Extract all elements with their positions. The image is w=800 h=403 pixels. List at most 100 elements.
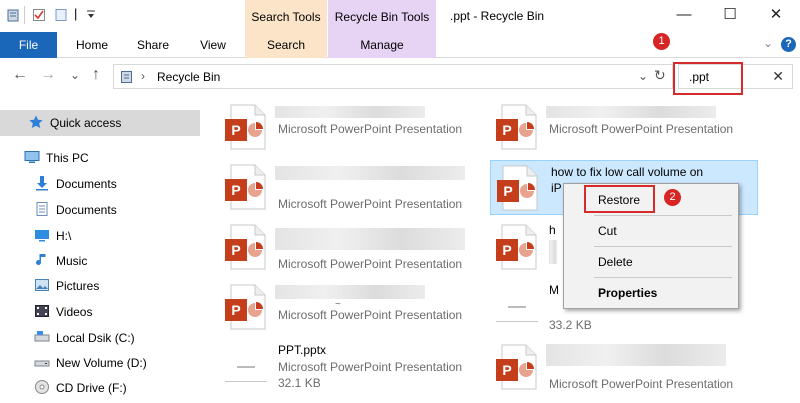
obscured-filename <box>275 285 425 299</box>
computer-icon <box>24 151 40 163</box>
back-button[interactable]: ← <box>12 66 28 84</box>
nav-cd-drive-f[interactable]: CD Drive (F:) <box>34 376 127 400</box>
nav-label: Music <box>56 254 88 268</box>
step-badge-2: 2 <box>664 189 681 206</box>
generic-file-icon <box>225 348 267 382</box>
tab-file[interactable]: File <box>0 32 57 58</box>
menu-separator <box>594 277 732 278</box>
nav-this-pc[interactable]: This PC <box>24 146 89 170</box>
svg-text:P: P <box>503 183 512 199</box>
nav-documents[interactable]: Documents <box>34 198 117 222</box>
tab-share[interactable]: Share <box>128 32 178 58</box>
powerpoint-file-icon: P <box>225 164 266 210</box>
file-type: Microsoft PowerPoint Presentation <box>278 257 463 271</box>
tab-manage[interactable]: Manage <box>328 32 436 58</box>
menu-item-properties[interactable]: Properties <box>564 281 738 305</box>
file-size: 33.2 KB <box>549 318 592 332</box>
recent-locations-button[interactable]: ⌄ <box>70 68 80 82</box>
nav-local-disk-c[interactable]: Local Dsik (C:) <box>34 326 135 350</box>
breadcrumb[interactable]: Recycle Bin <box>157 70 220 84</box>
file-item[interactable]: P Microsoft PowerPoint Presentation <box>494 100 754 156</box>
powerpoint-file-icon: P <box>496 104 537 150</box>
svg-text:P: P <box>231 122 240 138</box>
powerpoint-file-icon: P <box>225 104 266 150</box>
tab-search[interactable]: Search <box>245 32 327 58</box>
new-folder-icon[interactable] <box>54 8 68 22</box>
nav-documents-downloads[interactable]: Documents <box>34 172 117 196</box>
customize-quick-access-icon[interactable] <box>86 10 96 20</box>
drive-icon <box>34 331 50 342</box>
file-name: h <box>549 223 556 237</box>
nav-label: Pictures <box>56 279 100 293</box>
file-name: how to fix low call volume on <box>551 165 704 179</box>
nav-label: H:\ <box>56 229 72 243</box>
search-highlight <box>673 62 743 95</box>
tab-view[interactable]: View <box>188 32 238 58</box>
video-icon <box>35 305 49 317</box>
address-bar[interactable]: › Recycle Bin ⌄ ↻ <box>113 64 673 89</box>
menu-separator <box>594 215 732 216</box>
properties-icon[interactable] <box>32 8 46 22</box>
chevron-down-icon[interactable]: ⌄ <box>763 36 773 50</box>
file-type: Microsoft PowerPoint Presentation <box>278 308 463 322</box>
svg-text:P: P <box>502 122 511 138</box>
document-icon <box>36 202 48 216</box>
tab-home[interactable]: Home <box>66 32 118 58</box>
help-icon[interactable]: ? <box>781 37 796 52</box>
nav-drive-h[interactable]: H:\ <box>34 224 71 248</box>
address-dropdown-icon[interactable]: ⌄ <box>638 69 648 83</box>
file-item[interactable]: P Microsoft PowerPoint Presentation <box>223 100 483 156</box>
restore-highlight <box>584 185 655 213</box>
file-item[interactable]: P Microsoft PowerPoint Presentation <box>223 220 483 276</box>
nav-videos[interactable]: Videos <box>34 300 92 324</box>
recycle-bin-icon <box>7 9 19 22</box>
close-button[interactable]: ✕ <box>753 0 799 32</box>
window-title: .ppt - Recycle Bin <box>450 9 545 23</box>
powerpoint-file-icon: P <box>496 224 537 270</box>
search-tools-header: Search Tools <box>245 0 327 32</box>
svg-text:P: P <box>231 242 240 258</box>
nav-pictures[interactable]: Pictures <box>34 274 99 298</box>
file-type: Microsoft PowerPoint Presentation <box>278 197 463 211</box>
generic-file-icon <box>496 288 538 322</box>
file-item[interactable]: PPT.pptx Microsoft PowerPoint Presentati… <box>223 340 483 396</box>
minimize-button[interactable]: — <box>661 0 707 32</box>
file-name: PPT.pptx <box>278 343 327 357</box>
svg-text:P: P <box>231 302 240 318</box>
menu-item-delete[interactable]: Delete <box>564 250 738 274</box>
file-type: Microsoft PowerPoint Presentation <box>278 360 463 374</box>
title-bar: | Search Tools Recycle Bin Tools .ppt - … <box>0 0 800 32</box>
clear-search-icon[interactable]: ✕ <box>772 68 784 85</box>
nav-label: Quick access <box>50 116 122 130</box>
up-button[interactable]: ↑ <box>92 66 100 84</box>
cd-drive-icon <box>35 380 49 394</box>
nav-label: CD Drive (F:) <box>56 381 127 395</box>
file-item[interactable]: P Microsoft PowerPoint Presentation <box>223 160 483 216</box>
maximize-button[interactable]: ☐ <box>707 0 753 32</box>
file-icon-line <box>508 306 526 308</box>
obscured-filename <box>275 106 425 118</box>
nav-label: Local Dsik (C:) <box>56 331 135 345</box>
recycle-bin-icon <box>121 71 132 83</box>
refresh-icon[interactable]: ↻ <box>654 67 666 84</box>
file-type: Microsoft PowerPoint Presentation <box>549 377 734 391</box>
file-item[interactable]: P ~ Microsoft PowerPoint Presentation <box>223 280 483 336</box>
forward-button[interactable]: → <box>40 66 56 84</box>
nav-quick-access[interactable]: Quick access <box>28 111 121 135</box>
menu-item-cut[interactable]: Cut <box>564 219 738 243</box>
file-item[interactable]: P Microsoft PowerPoint Presentation <box>494 340 754 396</box>
star-icon <box>29 115 43 128</box>
music-note-icon <box>36 254 46 265</box>
powerpoint-file-icon: P <box>497 165 538 211</box>
powerpoint-file-icon: P <box>496 344 537 390</box>
nav-label: Documents <box>56 177 117 191</box>
navigation-pane: Quick access This PC Documents Documents… <box>0 100 210 403</box>
nav-new-volume-d[interactable]: New Volume (D:) <box>34 351 147 375</box>
obscured-filename <box>546 344 726 366</box>
nav-label: New Volume (D:) <box>56 356 147 370</box>
nav-music[interactable]: Music <box>34 249 87 273</box>
obscured-filename <box>275 228 465 250</box>
file-icon-line <box>237 366 255 368</box>
file-name: M <box>549 283 559 297</box>
download-arrow-icon <box>36 176 48 191</box>
